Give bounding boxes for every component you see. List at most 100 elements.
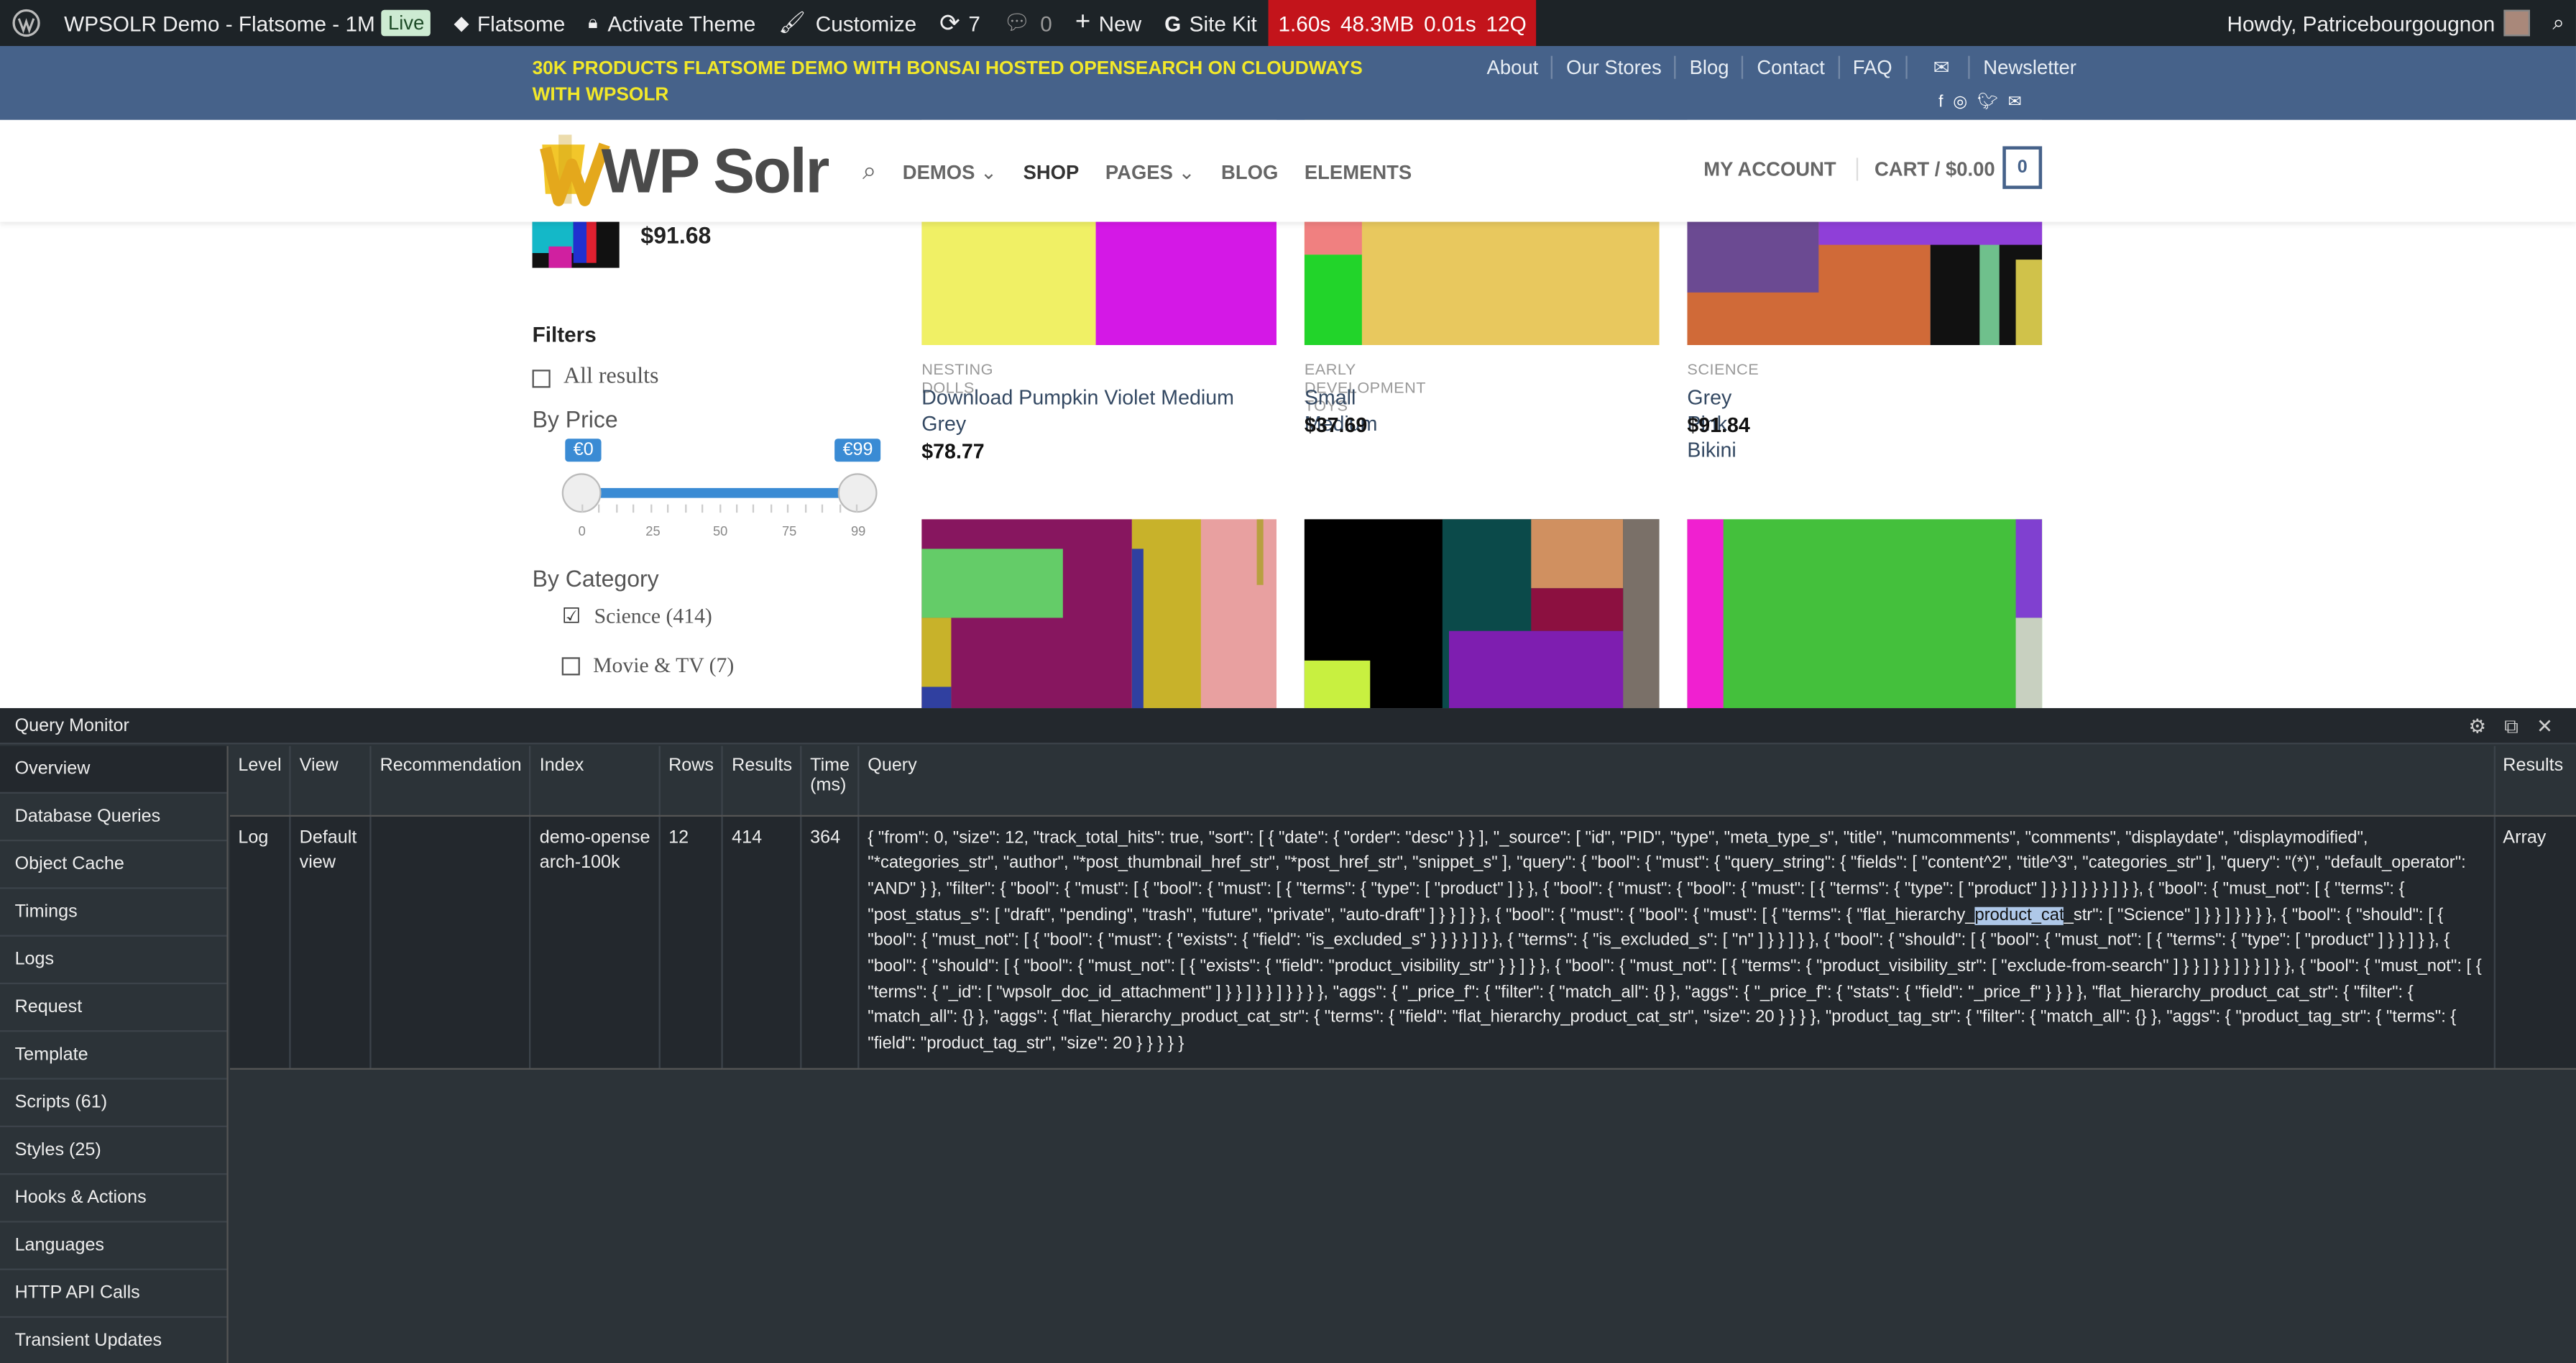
- price-max-tag: €99: [834, 439, 881, 462]
- activate-theme-link[interactable]: 🔒︎ Activate Theme: [576, 0, 767, 46]
- category-movie-tv[interactable]: Movie & TV (7): [561, 652, 734, 679]
- col-view[interactable]: View: [290, 745, 372, 816]
- product-category[interactable]: SCIENCE: [1687, 362, 1759, 380]
- nav-blog[interactable]: BLOG: [1221, 160, 1278, 183]
- qm-menu-template[interactable]: Template: [0, 1032, 227, 1080]
- col-index[interactable]: Index: [530, 745, 661, 816]
- nav-elements[interactable]: ELEMENTS: [1305, 160, 1412, 183]
- col-level[interactable]: Level: [229, 745, 292, 816]
- product-name[interactable]: Download Pumpkin Violet Medium Grey: [921, 385, 1266, 437]
- qm-menu-timings[interactable]: Timings: [0, 889, 227, 937]
- avatar: [2503, 9, 2530, 37]
- popout-icon[interactable]: ⧉: [2504, 715, 2518, 739]
- by-price-heading: By Price: [532, 405, 618, 433]
- twitter-icon[interactable]: 🐦︎: [1977, 93, 1998, 111]
- qm-menu-object-cache[interactable]: Object Cache: [0, 841, 227, 889]
- category-checkbox[interactable]: [561, 656, 580, 675]
- new-link[interactable]: + New: [1064, 0, 1153, 46]
- cell-results: 414: [722, 814, 802, 1070]
- instagram-icon[interactable]: ◎: [1953, 93, 1967, 111]
- sitekit-link[interactable]: G Site Kit: [1153, 0, 1269, 46]
- admin-site-name[interactable]: WPSOLR Demo - Flatsome - 1M Live: [52, 0, 442, 46]
- cart-link[interactable]: CART / $0.00: [1856, 157, 1995, 181]
- facebook-icon[interactable]: f: [1938, 93, 1943, 111]
- top-nav-newsletter[interactable]: ✉ Newsletter: [1907, 55, 2102, 79]
- all-results-filter[interactable]: All results: [532, 364, 658, 391]
- qm-menu-transients[interactable]: Transient Updates: [0, 1318, 226, 1363]
- admin-theme-link[interactable]: ◆ Flatsome: [442, 0, 576, 46]
- product-image[interactable]: [921, 519, 1276, 709]
- table-row: Log Default view demo-opensearch-100k 12…: [229, 814, 2576, 1070]
- memory: 48.3MB: [1340, 10, 1414, 36]
- page-time: 1.60s: [1278, 10, 1331, 36]
- col-results-type[interactable]: Results: [2493, 745, 2576, 816]
- qm-menu-scripts[interactable]: Scripts (61): [0, 1080, 227, 1127]
- qm-menu-overview[interactable]: Overview: [0, 745, 227, 794]
- tick-label: 50: [712, 524, 728, 539]
- cart-count[interactable]: 0: [2002, 146, 2043, 189]
- query-count: 12Q: [1486, 10, 1527, 36]
- category-science[interactable]: ☑ Science (414): [562, 603, 712, 630]
- query-highlight: product_cat: [1974, 906, 2064, 924]
- all-results-checkbox[interactable]: [532, 369, 551, 387]
- query-monitor-stats[interactable]: 1.60s 48.3MB 0.01s 12Q: [1268, 0, 1537, 46]
- lock-icon: 🔒︎: [588, 12, 598, 32]
- filters-heading: Filters: [532, 321, 597, 347]
- qm-title-bar: Query Monitor: [0, 708, 2576, 745]
- top-nav-about[interactable]: About: [1473, 55, 1553, 79]
- admin-theme-label: Flatsome: [477, 10, 566, 36]
- qm-menu-database-queries[interactable]: Database Queries: [0, 794, 227, 842]
- top-nav-faq[interactable]: FAQ: [1839, 55, 1908, 79]
- email-icon[interactable]: ✉: [2008, 93, 2022, 111]
- tick-label: 0: [578, 524, 586, 539]
- product-price: $78.77: [921, 440, 985, 464]
- plus-icon: +: [1075, 8, 1091, 37]
- close-icon[interactable]: ✕: [2536, 715, 2553, 739]
- admin-search[interactable]: ⌕: [2541, 0, 2576, 46]
- col-query[interactable]: Query: [858, 745, 2495, 816]
- envelope-icon: ✉: [1920, 55, 1970, 79]
- col-rows[interactable]: Rows: [659, 745, 724, 816]
- product-price: $37.69: [1304, 413, 1368, 437]
- customize-link[interactable]: 🖌︎ Customize: [767, 0, 928, 46]
- product-image[interactable]: [1687, 519, 2043, 709]
- nav-pages[interactable]: PAGES ⌄: [1105, 160, 1195, 183]
- product-image[interactable]: [1304, 519, 1660, 709]
- google-g-icon: G: [1164, 10, 1182, 36]
- my-account-link[interactable]: Howdy, Patricebourgougnon: [2216, 0, 2542, 46]
- admin-site-title: WPSOLR Demo - Flatsome - 1M: [64, 10, 375, 36]
- checked-checkbox-icon[interactable]: ☑: [562, 603, 581, 630]
- my-account-link[interactable]: MY ACCOUNT: [1703, 157, 1836, 180]
- comments-count: 0: [1040, 10, 1052, 36]
- wordpress-logo-icon[interactable]: [0, 0, 52, 46]
- col-time[interactable]: Time (ms): [801, 745, 860, 816]
- top-nav-stores[interactable]: Our Stores: [1553, 55, 1677, 79]
- nav-demos[interactable]: DEMOS ⌄: [903, 160, 997, 183]
- site-logo[interactable]: WP Solr: [535, 128, 829, 214]
- qm-menu-styles[interactable]: Styles (25): [0, 1127, 227, 1175]
- top-nav-blog[interactable]: Blog: [1676, 55, 1744, 79]
- qm-title: Query Monitor: [14, 715, 129, 735]
- cell-level: Log: [229, 814, 292, 1070]
- comments-link[interactable]: 💬︎ 0: [992, 0, 1064, 46]
- col-recommendation[interactable]: Recommendation: [370, 745, 532, 816]
- nav-search-icon[interactable]: ⌕: [862, 157, 876, 185]
- qm-menu-logs[interactable]: Logs: [0, 937, 227, 985]
- cell-query[interactable]: { "from": 0, "size": 12, "track_total_hi…: [858, 814, 2495, 1070]
- comment-icon: 💬︎: [1003, 9, 1031, 35]
- tick-label: 75: [781, 524, 797, 539]
- chevron-down-icon: ⌄: [1172, 160, 1195, 183]
- nav-shop[interactable]: SHOP: [1024, 160, 1080, 183]
- gear-icon[interactable]: ⚙: [2468, 715, 2486, 739]
- qm-menu-request[interactable]: Request: [0, 984, 227, 1032]
- qm-menu-http-api[interactable]: HTTP API Calls: [0, 1270, 227, 1318]
- qm-menu-hooks[interactable]: Hooks & Actions: [0, 1175, 227, 1223]
- top-nav-contact[interactable]: Contact: [1744, 55, 1840, 79]
- col-results[interactable]: Results: [722, 745, 802, 816]
- cell-results-type: Array: [2493, 814, 2576, 1070]
- price-slider-track[interactable]: [581, 487, 858, 498]
- cell-recommendation: [370, 814, 532, 1070]
- updates-link[interactable]: ⟳ 7: [928, 0, 992, 46]
- category-label: Science (414): [594, 602, 712, 628]
- qm-menu-languages[interactable]: Languages: [0, 1223, 227, 1270]
